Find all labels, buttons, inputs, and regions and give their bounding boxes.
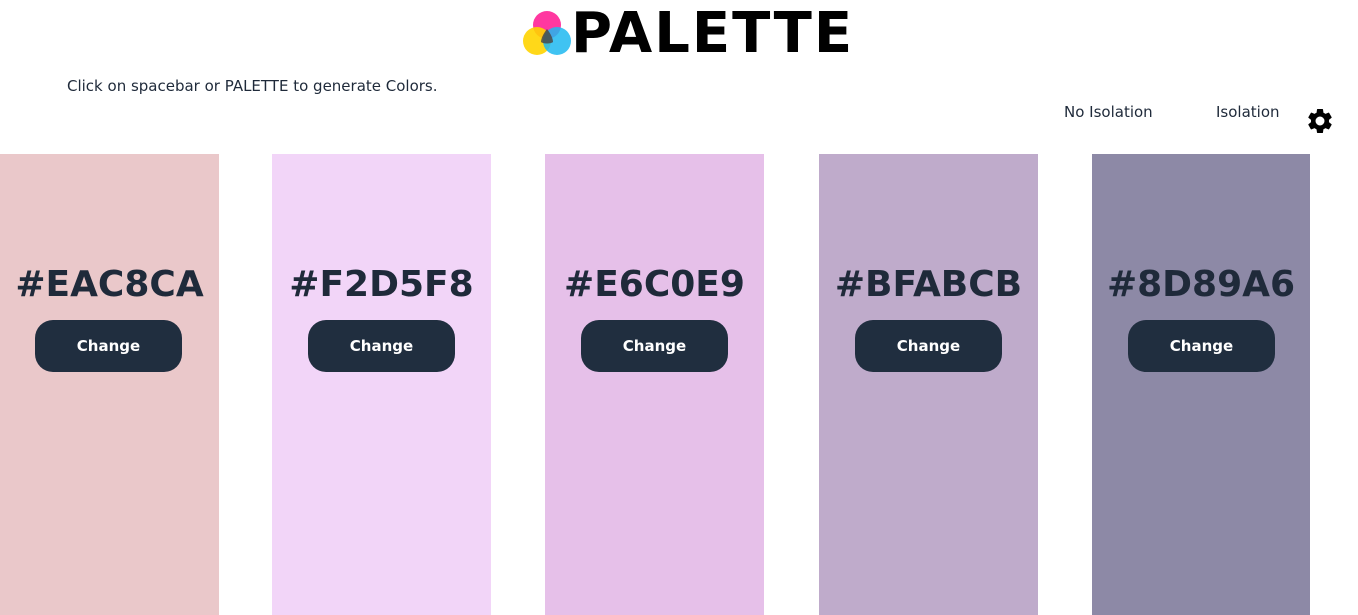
hex-code[interactable]: #8D89A6: [1092, 264, 1310, 305]
header: PALETTE Click on spacebar or PALETTE to …: [0, 0, 1358, 154]
color-swatch: #E6C0E9 Change: [545, 154, 764, 615]
color-swatch: #EAC8CA Change: [0, 154, 219, 615]
change-button[interactable]: Change: [581, 320, 728, 372]
color-circles-icon: [523, 11, 571, 55]
color-swatch: #8D89A6 Change: [1092, 154, 1310, 615]
color-swatch: #F2D5F8 Change: [272, 154, 491, 615]
isolation-option[interactable]: Isolation: [1216, 103, 1280, 121]
hex-code[interactable]: #E6C0E9: [545, 264, 764, 305]
change-button[interactable]: Change: [855, 320, 1002, 372]
hex-code[interactable]: #EAC8CA: [0, 264, 219, 305]
hex-code[interactable]: #BFABCB: [819, 264, 1038, 305]
color-swatch: #BFABCB Change: [819, 154, 1038, 615]
logo-text: PALETTE: [571, 1, 855, 66]
hex-code[interactable]: #F2D5F8: [272, 264, 491, 305]
change-button[interactable]: Change: [35, 320, 182, 372]
change-button[interactable]: Change: [308, 320, 455, 372]
gear-icon[interactable]: [1305, 106, 1335, 136]
change-button[interactable]: Change: [1128, 320, 1275, 372]
palette-logo[interactable]: PALETTE: [521, 4, 854, 64]
generate-hint: Click on spacebar or PALETTE to generate…: [67, 77, 438, 95]
no-isolation-option[interactable]: No Isolation: [1064, 103, 1153, 121]
